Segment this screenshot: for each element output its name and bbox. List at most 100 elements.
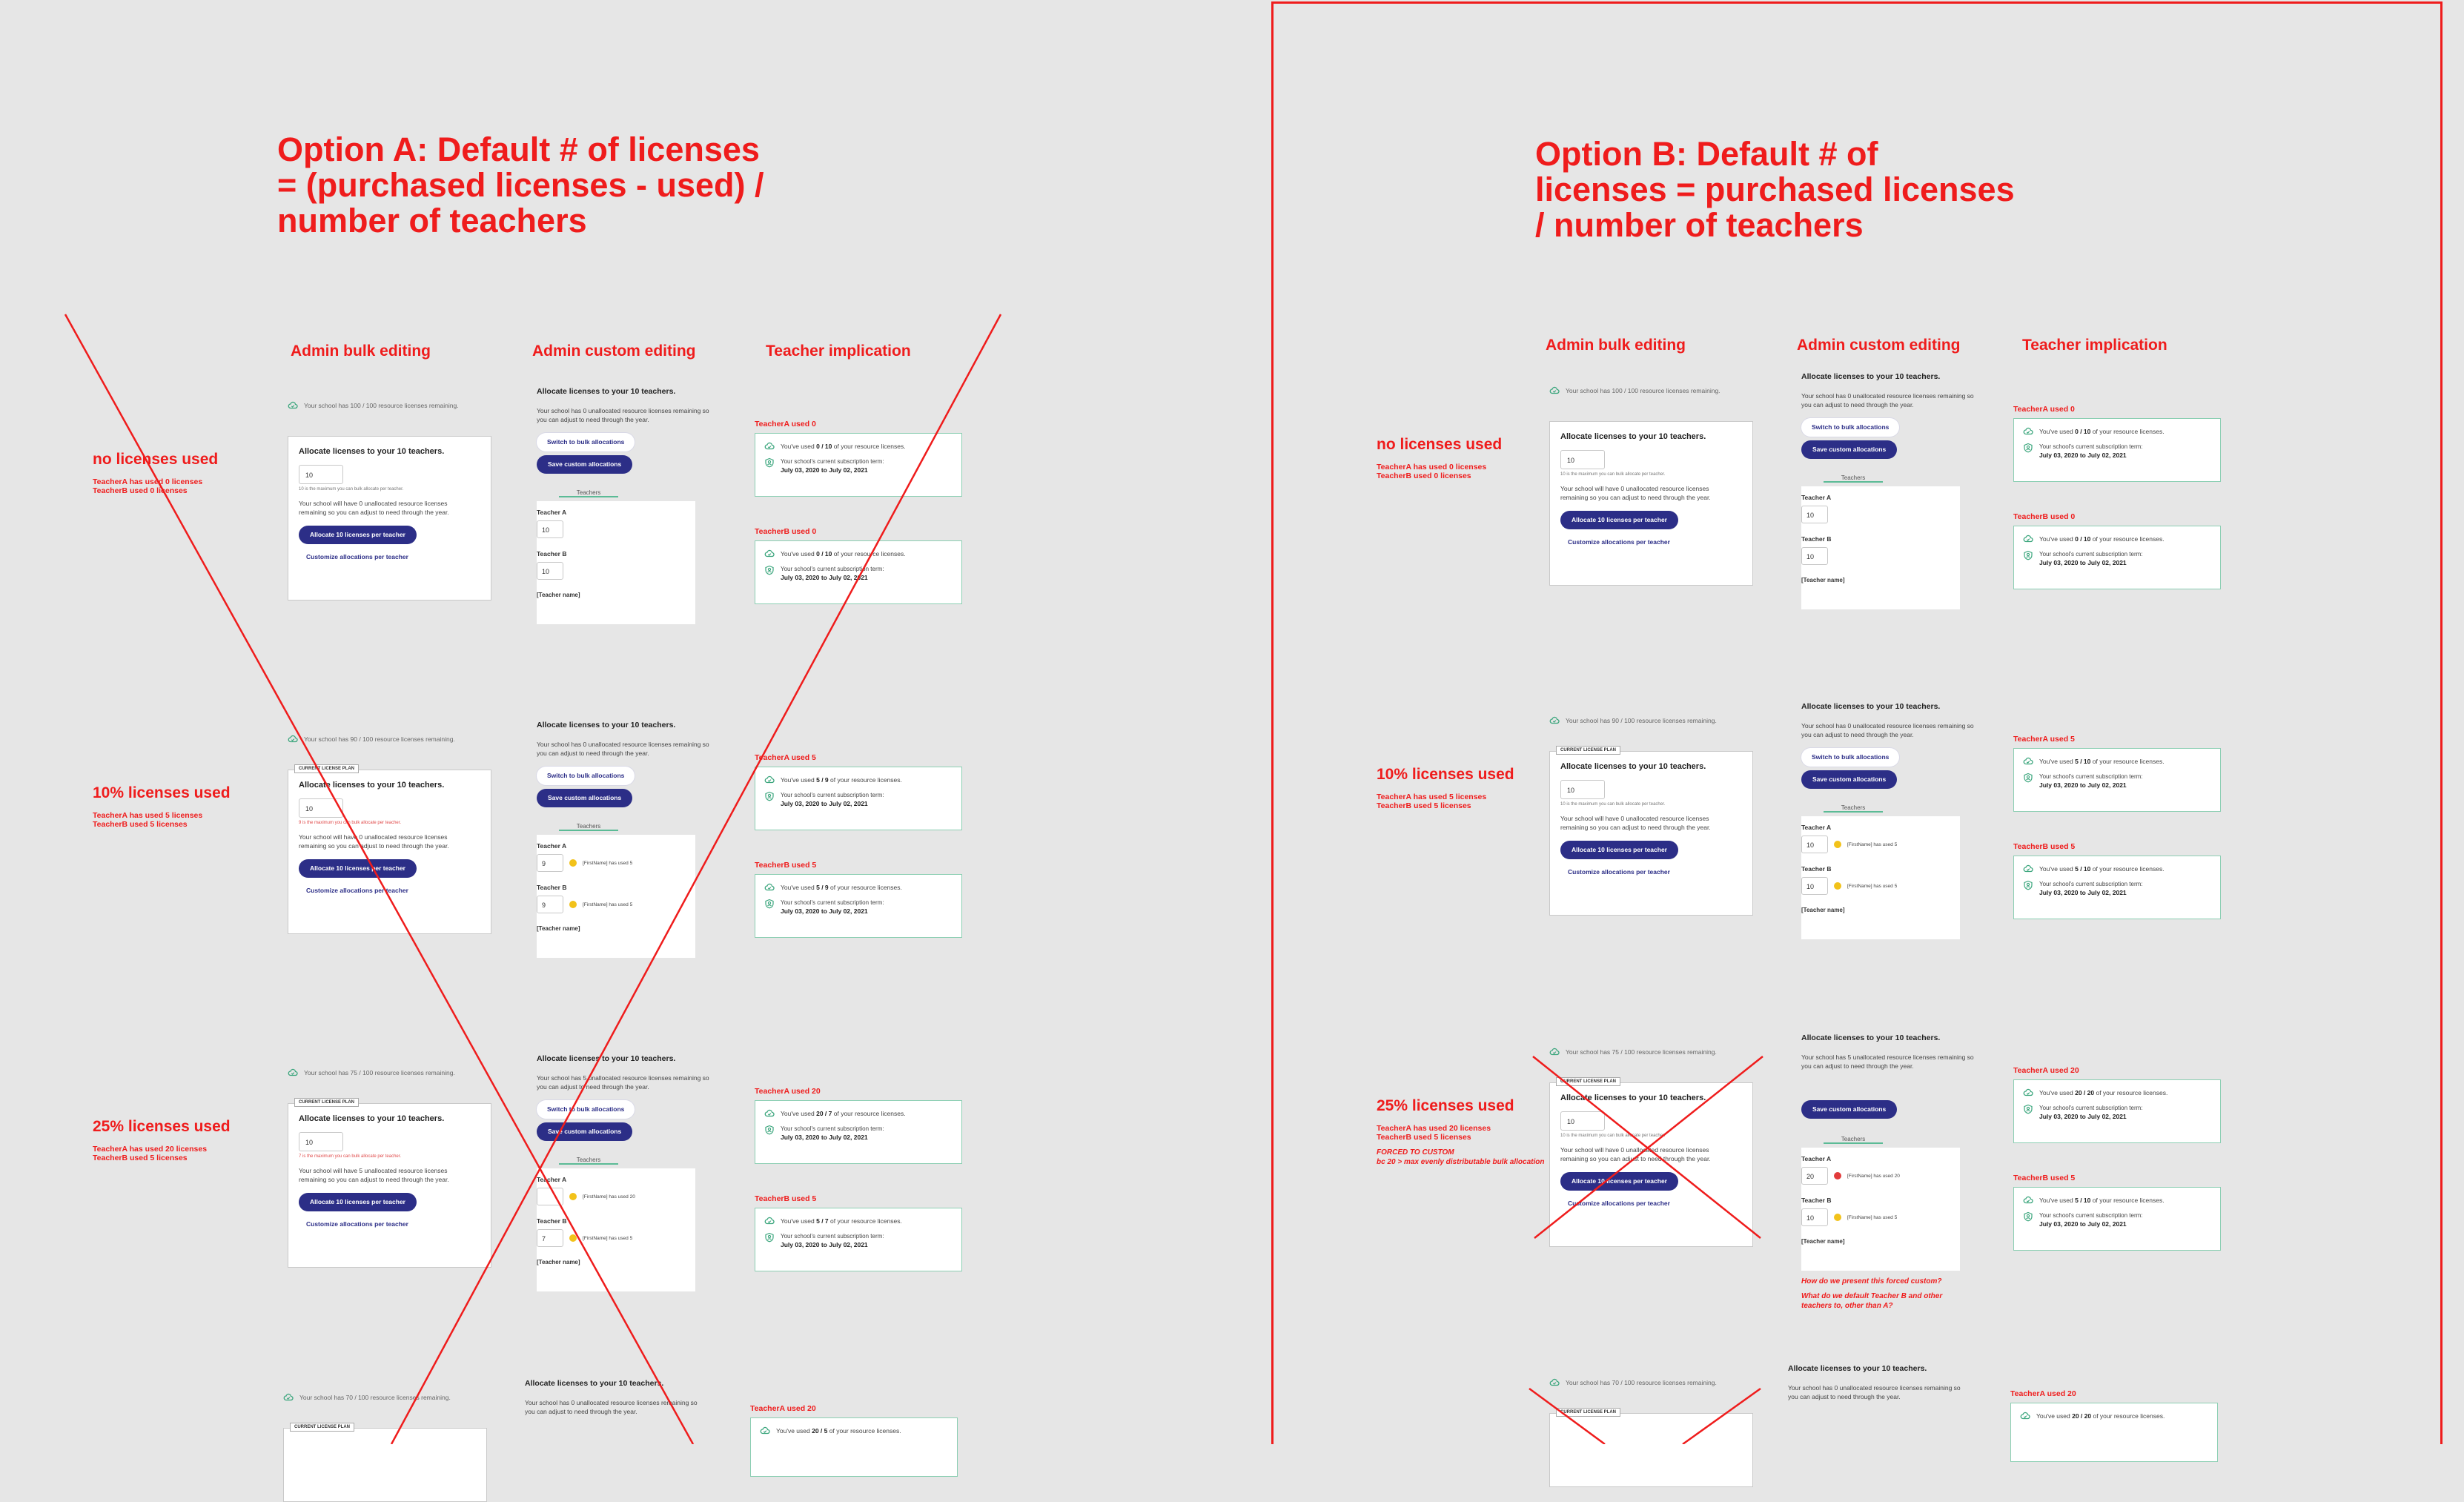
bulk-allocation-input[interactable]: 10 [1560,450,1605,469]
teacher-row-a: Teacher A 20 [FirstName] has used 20 [1801,1155,1960,1185]
switch-bulk-button[interactable]: Switch to bulk allocations [1801,418,1900,437]
cloud-check-icon [2023,864,2033,874]
teacher-b-label: Teacher B [1801,1197,1832,1204]
custom-unallocated-text: Your school has 0 unallocated resource l… [1788,1384,1961,1400]
teacher-name-placeholder: [Teacher name] [1801,1238,1845,1245]
teacher-list: Teacher A 20 [FirstName] has used 20 Teache… [1801,1148,1960,1271]
allocate-button[interactable]: Allocate 10 licenses per teacher [1560,511,1678,529]
custom-allocate-heading: Allocate licenses to your 10 teachers. [1801,372,1941,381]
customize-link[interactable]: Customize allocations per teacher [1568,1200,1742,1207]
column-header: Admin custom editing [1797,337,1961,354]
bulk-allocation-card: CURRENT LICENSE PLAN Allocate licenses to… [1549,1077,1753,1247]
teacher-b-implication-head: TeacherB used 5 [2013,1174,2076,1182]
teacher-a-license-card: You've used 20 / 20 of your resource lic… [2010,1403,2218,1462]
usage-pre: You've used [2039,427,2076,435]
unallocated-text: Your school will have 0 unallocated reso… [1560,815,1711,831]
teacher-b-input[interactable]: 10 [1801,547,1828,565]
allocate-button[interactable]: Allocate 10 licenses per teacher [1560,1172,1678,1191]
bulk-hint: 10 is the maximum you can bulk allocate … [1560,802,1666,807]
custom-allocate-heading: Allocate licenses to your 10 teachers. [1801,702,1941,711]
subscription-row: Your school's current subscription term:… [2023,443,2211,460]
bulk-allocation-input[interactable]: 10 [1560,1111,1605,1131]
teacher-a-license-card: You've used 5 / 10 of your resource lice… [2013,748,2221,812]
save-custom-button[interactable]: Save custom allocations [1801,440,1898,459]
teacher-b-implication-head: TeacherB used 5 [2013,842,2076,851]
usage-count: 5 / 10 [2075,864,2091,873]
teacher-a-license-card: You've used 0 / 10 of your resource lice… [2013,418,2221,482]
cloud-check-icon [1549,386,1560,396]
teacher-a-implication-head: TeacherA used 5 [2013,735,2075,744]
subscription-row: Your school's current subscription term:… [2023,1211,2211,1228]
scenario-sub-b: TeacherB used 5 licenses [1377,1133,1471,1142]
usage-count: 0 / 10 [2075,427,2091,435]
shield-user-icon [2023,443,2033,453]
subscription-row: Your school's current subscription term:… [2023,772,2211,790]
scenario-title: 10% licenses used [1377,766,1514,783]
subscription-text: Your school's current subscription term:… [2039,550,2143,567]
customize-link[interactable]: Customize allocations per teacher [1568,868,1742,876]
teacher-row-b: Teacher B 10 [FirstName] has used 5 [1801,1197,1960,1226]
customize-link[interactable]: Customize allocations per teacher [1568,538,1742,546]
teacher-b-input[interactable]: 10 [1801,1208,1828,1226]
teacher-b-input[interactable]: 10 [1801,877,1828,895]
teacher-b-label: Teacher B [1801,865,1832,873]
usage-row: You've used 0 / 10 of your resource lice… [2023,426,2211,437]
bulk-allocation-input[interactable]: 10 [1560,780,1605,799]
licenses-remaining-text: Your school has 100 / 100 resource licen… [1566,387,1721,394]
status-dot-icon [1834,882,1841,890]
usage-pre: You've used [2039,535,2076,543]
subscription-label: Your school's current subscription term: [2039,551,2143,558]
teacher-row-b: Teacher B 10 [1801,535,1960,565]
teacher-a-label: Teacher A [1801,824,1832,831]
tab-teachers[interactable]: Teachers [1824,474,1883,483]
scenario-sub-b: TeacherB used 0 licenses [1377,472,1471,480]
teacher-a-input[interactable]: 10 [1801,836,1828,853]
subscription-text: Your school's current subscription term:… [2039,880,2143,897]
usage-text: You've used 0 / 10 of your resource lice… [2039,427,2165,437]
teacher-a-usage: [FirstName] has used 20 [1847,1173,1900,1179]
teacher-name-placeholder: [Teacher name] [1801,577,1845,583]
save-custom-button[interactable]: Save custom allocations [1801,770,1898,789]
subscription-dates: July 03, 2020 to July 02, 2021 [2039,781,2127,789]
usage-text: You've used 5 / 10 of your resource lice… [2039,864,2165,874]
cloud-check-icon [1549,715,1560,726]
cloud-check-icon [2020,1411,2030,1421]
scenario-title: 25% licenses used [1377,1097,1514,1114]
teacher-b-implication-head: TeacherB used 0 [2013,512,2076,521]
subscription-row: Your school's current subscription term:… [2023,880,2211,897]
teacher-a-implication-head: TeacherA used 20 [2010,1389,2076,1398]
teacher-b-license-card: You've used 5 / 10 of your resource lice… [2013,1187,2221,1251]
tab-teachers[interactable]: Teachers [1824,1136,1883,1144]
teacher-row-b: Teacher B 10 [FirstName] has used 5 [1801,865,1960,895]
licenses-remaining-text: Your school has 70 / 100 resource licens… [1566,1379,1717,1386]
teacher-a-input[interactable]: 10 [1801,506,1828,523]
usage-count: 5 / 10 [2075,757,2091,765]
usage-row: You've used 20 / 20 of your resource lic… [2020,1411,2208,1421]
subscription-dates: July 03, 2020 to July 02, 2021 [2039,889,2127,896]
usage-text: You've used 0 / 10 of your resource lice… [2039,535,2165,544]
question-1: How do we present this forced custom? [1801,1277,1942,1286]
licenses-remaining-text: Your school has 90 / 100 resource licens… [1566,717,1717,724]
cloud-check-icon [2023,534,2033,544]
subscription-dates: July 03, 2020 to July 02, 2021 [2039,559,2127,566]
scenario-sub-b: TeacherB used 5 licenses [1377,801,1471,810]
licenses-remaining: Your school has 100 / 100 resource licen… [1549,386,1721,396]
tab-teachers[interactable]: Teachers [1824,804,1883,813]
allocate-button[interactable]: Allocate 10 licenses per teacher [1560,841,1678,859]
teacher-b-license-card: You've used 5 / 10 of your resource lice… [2013,856,2221,919]
teacher-list: Teacher A 10 [FirstName] has used 5 Teacher… [1801,816,1960,939]
teacher-a-input[interactable]: 20 [1801,1167,1828,1185]
unallocated-text: Your school will have 0 unallocated reso… [1560,485,1711,501]
bulk-allocation-card: CURRENT LICENSE PLAN Allocate licenses to… [1549,746,1753,916]
allocate-heading: Allocate licenses to your 10 teachers. [1560,762,1706,771]
usage-pre: You've used [2039,1088,2076,1096]
shield-user-icon [2023,772,2033,783]
usage-count: 20 / 20 [2072,1412,2092,1420]
switch-bulk-button[interactable]: Switch to bulk allocations [1801,748,1900,767]
subscription-label: Your school's current subscription term: [2039,443,2143,450]
save-custom-button[interactable]: Save custom allocations [1801,1100,1898,1119]
teacher-a-implication-head: TeacherA used 20 [2013,1066,2079,1075]
scenario-sub-a: TeacherA has used 20 licenses [1377,1124,1491,1133]
usage-row: You've used 0 / 10 of your resource lice… [2023,534,2211,544]
usage-row: You've used 5 / 10 of your resource lice… [2023,1195,2211,1205]
